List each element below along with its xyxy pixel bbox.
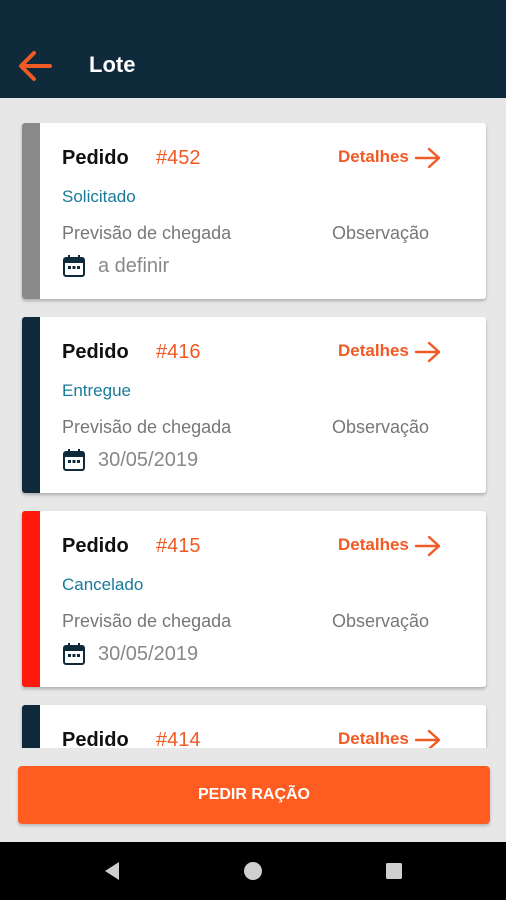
order-number: #452 (156, 147, 201, 169)
order-label: Pedido (62, 147, 129, 169)
observation-label: Observação (332, 223, 430, 243)
details-link[interactable]: Detalhes (338, 729, 409, 748)
status-stripe (22, 123, 40, 299)
details-link[interactable]: Detalhes (338, 341, 409, 361)
forecast-label: Previsão de chegada (62, 223, 232, 243)
page-title: Lote (89, 52, 136, 77)
order-list[interactable]: Pedido #452 Detalhes Solicitado Previsão… (0, 98, 506, 748)
details-link[interactable]: Detalhes (338, 147, 409, 167)
arrival-date: 30/05/2019 (98, 449, 199, 471)
arrival-date: a definir (98, 255, 170, 277)
order-card[interactable]: Pedido #415 Detalhes Cancelado Previsão … (22, 511, 486, 687)
order-feed-button[interactable]: PEDIR RAÇÃO (18, 766, 490, 824)
order-number: #414 (156, 729, 201, 748)
details-link[interactable]: Detalhes (338, 535, 409, 555)
arrow-left-icon[interactable] (16, 48, 54, 84)
order-number: #415 (156, 535, 201, 557)
order-status: Solicitado (62, 187, 136, 206)
forecast-label: Previsão de chegada (62, 417, 232, 437)
status-stripe (22, 511, 40, 687)
order-status: Cancelado (62, 575, 144, 594)
bottom-action-bar: PEDIR RAÇÃO (0, 748, 506, 842)
nav-back-icon[interactable] (101, 860, 123, 882)
nav-home-icon[interactable] (242, 860, 264, 882)
observation-label: Observação (332, 417, 430, 437)
arrow-right-icon[interactable] (414, 535, 442, 557)
status-stripe (22, 317, 40, 493)
order-label: Pedido (62, 729, 129, 748)
arrival-date: 30/05/2019 (98, 643, 199, 665)
order-card[interactable]: Pedido #414 Detalhes (22, 705, 486, 748)
system-nav-bar (0, 842, 506, 900)
nav-recents-icon[interactable] (383, 860, 405, 882)
app-bar: Lote (0, 0, 506, 98)
order-card[interactable]: Pedido #452 Detalhes Solicitado Previsão… (22, 123, 486, 299)
arrow-right-icon[interactable] (414, 729, 442, 748)
calendar-icon (63, 255, 85, 277)
forecast-label: Previsão de chegada (62, 611, 232, 631)
calendar-icon (63, 643, 85, 665)
arrow-right-icon[interactable] (414, 147, 442, 169)
order-label: Pedido (62, 341, 129, 363)
calendar-icon (63, 449, 85, 471)
observation-label: Observação (332, 611, 430, 631)
order-card[interactable]: Pedido #416 Detalhes Entregue Previsão d… (22, 317, 486, 493)
status-stripe (22, 705, 40, 748)
arrow-right-icon[interactable] (414, 341, 442, 363)
order-number: #416 (156, 341, 201, 363)
order-label: Pedido (62, 535, 129, 557)
order-status: Entregue (62, 381, 131, 400)
